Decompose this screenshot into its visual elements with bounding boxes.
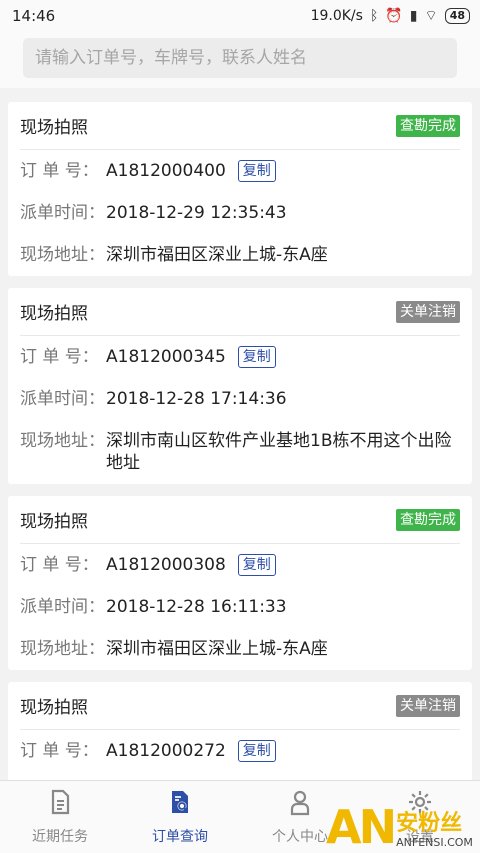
dispatch-time-row: 派单时间： 2018-12-27 15:26:55 xyxy=(20,772,460,780)
order-no-label: 订 单 号： xyxy=(20,161,99,181)
copy-button[interactable]: 复制 xyxy=(237,554,276,576)
order-list[interactable]: 现场拍照 查勘完成 订 单 号： A1812000400 复制 派单时间： 20… xyxy=(0,88,480,780)
dispatch-time-value: 2018-12-28 16:11:33 xyxy=(106,597,287,617)
signal-icon: ▮ xyxy=(409,8,418,24)
status-bar: 14:46 19.0K/s ᛒ ⏰ ▮ ⌔ 48 xyxy=(0,0,480,32)
order-card[interactable]: 现场拍照 关单注销 订 单 号： A1812000345 复制 派单时间： 20… xyxy=(8,288,472,484)
net-speed: 19.0K/s xyxy=(310,8,363,24)
card-header: 现场拍照 查勘完成 xyxy=(20,496,460,544)
card-title: 现场拍照 xyxy=(20,698,88,718)
order-no-value: A1812000345 xyxy=(106,347,226,367)
tab-label: 个人中心 xyxy=(272,829,328,845)
battery-indicator: 48 xyxy=(444,8,470,24)
dispatch-time-row: 派单时间： 2018-12-28 17:14:36 xyxy=(20,378,460,420)
tab-1[interactable]: 订单查询 xyxy=(120,781,240,853)
order-card[interactable]: 现场拍照 关单注销 订 单 号： A1812000272 复制 派单时间： 20… xyxy=(8,682,472,780)
status-badge: 关单注销 xyxy=(396,300,460,323)
status-time: 14:46 xyxy=(12,7,56,25)
order-card[interactable]: 现场拍照 查勘完成 订 单 号： A1812000400 复制 派单时间： 20… xyxy=(8,102,472,276)
card-header: 现场拍照 关单注销 xyxy=(20,288,460,336)
copy-button[interactable]: 复制 xyxy=(237,346,276,368)
dispatch-time-value: 2018-12-28 17:14:36 xyxy=(106,389,287,409)
order-no-label: 订 单 号： xyxy=(20,555,99,575)
card-title: 现场拍照 xyxy=(20,118,88,138)
address-value: 深圳市福田区深业上城-东A座 xyxy=(106,245,328,265)
card-title: 现场拍照 xyxy=(20,512,88,532)
address-row: 现场地址： 深圳市福田区深业上城-东A座 xyxy=(20,628,460,670)
order-no-row: 订 单 号： A1812000345 复制 xyxy=(20,336,460,378)
dispatch-time-row: 派单时间： 2018-12-28 16:11:33 xyxy=(20,586,460,628)
watermark-logo: AN 安粉丝 ANFENSI.COM xyxy=(326,793,476,853)
status-badge: 查勘完成 xyxy=(396,114,460,137)
status-badge: 查勘完成 xyxy=(396,508,460,531)
order-no-row: 订 单 号： A1812000308 复制 xyxy=(20,544,460,586)
dispatch-time-label: 派单时间： xyxy=(20,597,105,617)
dispatch-time-row: 派单时间： 2018-12-29 12:35:43 xyxy=(20,192,460,234)
card-title: 现场拍照 xyxy=(20,304,88,324)
person-icon xyxy=(286,788,314,820)
order-no-row: 订 单 号： A1812000400 复制 xyxy=(20,150,460,192)
card-header: 现场拍照 关单注销 xyxy=(20,682,460,730)
order-card[interactable]: 现场拍照 查勘完成 订 单 号： A1812000308 复制 派单时间： 20… xyxy=(8,496,472,670)
order-no-value: A1812000272 xyxy=(106,741,226,761)
wifi-icon: ⌔ xyxy=(424,8,438,24)
address-row: 现场地址： 深圳市南山区软件产业基地1B栋不用这个出险地址 xyxy=(20,420,460,484)
address-value: 深圳市福田区深业上城-东A座 xyxy=(106,639,328,659)
address-label: 现场地址： xyxy=(20,431,105,451)
order-no-value: A1812000308 xyxy=(106,555,226,575)
search-bar xyxy=(0,32,480,88)
status-badge: 关单注销 xyxy=(396,694,460,717)
watermark-cn: 安粉丝 xyxy=(396,811,463,836)
watermark-an: AN xyxy=(326,800,397,853)
dispatch-time-label: 派单时间： xyxy=(20,203,105,223)
address-label: 现场地址： xyxy=(20,639,105,659)
order-no-label: 订 单 号： xyxy=(20,741,99,761)
watermark-en: ANFENSI.COM xyxy=(396,836,473,849)
order-no-label: 订 单 号： xyxy=(20,347,99,367)
copy-button[interactable]: 复制 xyxy=(237,160,276,182)
dispatch-time-value: 2018-12-29 12:35:43 xyxy=(106,203,287,223)
alarm-icon: ⏰ xyxy=(385,8,403,24)
status-icons: 19.0K/s ᛒ ⏰ ▮ ⌔ 48 xyxy=(311,7,470,25)
order-no-value: A1812000400 xyxy=(106,161,226,181)
address-row: 现场地址： 深圳市福田区深业上城-东A座 xyxy=(20,234,460,276)
address-value: 深圳市南山区软件产业基地1B栋不用这个出险地址 xyxy=(106,431,452,473)
bluetooth-icon: ᛒ xyxy=(369,8,379,24)
tab-label: 近期任务 xyxy=(32,829,88,845)
tab-label: 订单查询 xyxy=(152,829,208,845)
document-icon xyxy=(46,788,74,820)
card-header: 现场拍照 查勘完成 xyxy=(20,102,460,150)
address-label: 现场地址： xyxy=(20,245,105,265)
order-no-row: 订 单 号： A1812000272 复制 xyxy=(20,730,460,772)
dispatch-time-label: 派单时间： xyxy=(20,389,105,409)
search-document-icon xyxy=(166,788,194,820)
search-input[interactable] xyxy=(23,38,457,78)
copy-button[interactable]: 复制 xyxy=(237,740,276,762)
tab-0[interactable]: 近期任务 xyxy=(0,781,120,853)
